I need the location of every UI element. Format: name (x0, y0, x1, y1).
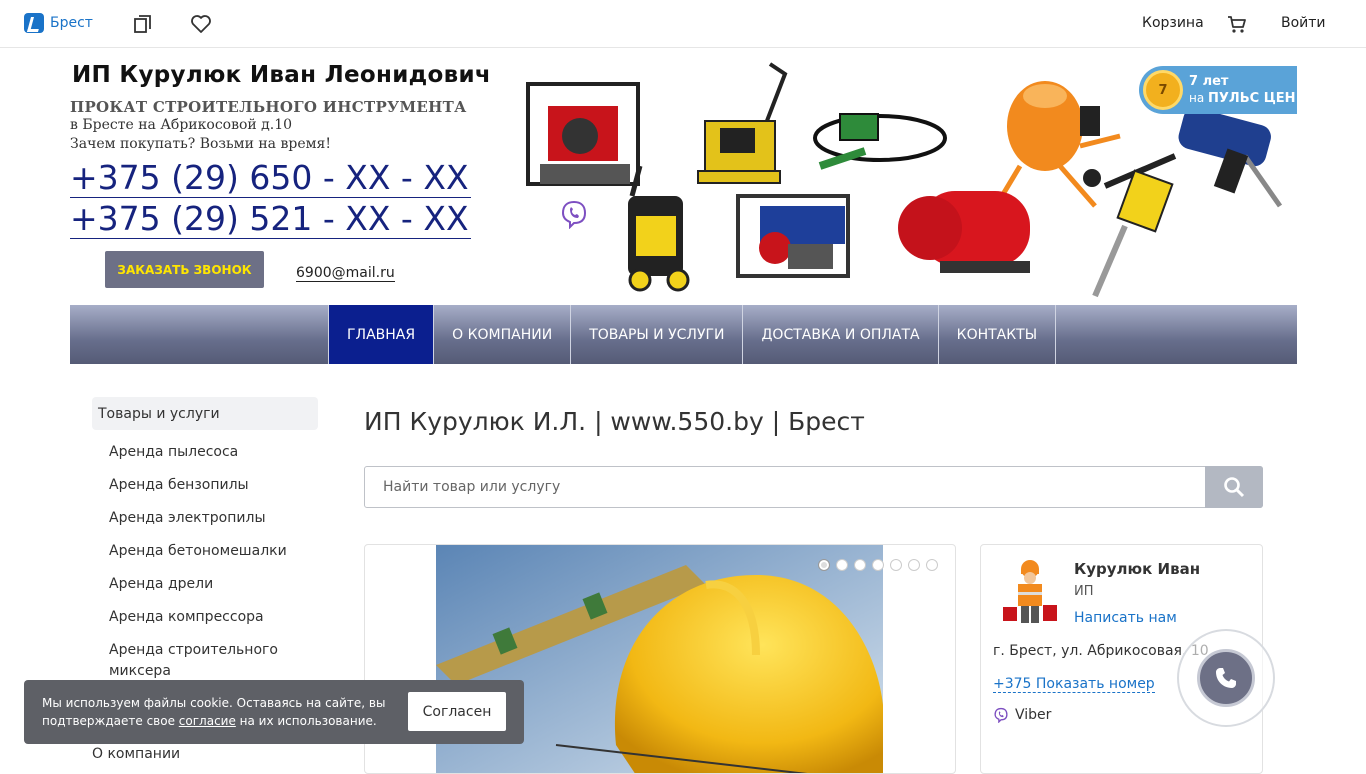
phone-number-1[interactable]: +375 (29) 650 - XX - XX (70, 159, 471, 198)
show-phone-link[interactable]: +375 Показать номер (993, 676, 1155, 693)
company-title: ИП Курулюк Иван Леонидович (72, 62, 491, 88)
slider-dot-5[interactable] (890, 559, 902, 571)
sidebar-item-about[interactable]: О компании (92, 746, 180, 762)
slider-dot-3[interactable] (854, 559, 866, 571)
search-icon (1224, 477, 1245, 498)
sidebar-header-products[interactable]: Товары и услуги (92, 397, 318, 430)
cookie-banner: Мы используем файлы cookie. Оставаясь на… (24, 680, 524, 744)
slider-dot-2[interactable] (836, 559, 848, 571)
cart-icon[interactable] (1225, 12, 1249, 36)
medal-icon: 7 (1143, 70, 1183, 110)
floating-call-inner (1197, 649, 1255, 707)
sidebar-item-vacuum[interactable]: Аренда пылесоса (109, 442, 318, 463)
worker-avatar (1003, 560, 1057, 623)
heart-icon[interactable] (189, 12, 213, 36)
search-bar (364, 466, 1263, 508)
cookie-text-after: на их использование. (235, 714, 377, 728)
compare-icon[interactable] (131, 12, 155, 36)
main-navigation: ГЛАВНАЯ О КОМПАНИИ ТОВАРЫ И УСЛУГИ ДОСТА… (70, 305, 1297, 364)
tagline-rental: ПРОКАТ СТРОИТЕЛЬНОГО ИНСТРУМЕНТА (70, 98, 467, 116)
city-label: Брест (50, 15, 93, 31)
write-us-link[interactable]: Написать нам (1074, 610, 1177, 626)
sidebar-item-construction-mixer[interactable]: Аренда строительного миксера (109, 640, 318, 682)
order-call-button[interactable]: ЗАКАЗАТЬ ЗВОНОК (105, 251, 264, 288)
phone-icon (1216, 668, 1236, 688)
badge-on: на (1189, 91, 1205, 105)
cookie-text: Мы используем файлы cookie. Оставаясь на… (42, 694, 402, 730)
cookie-accept-button[interactable]: Согласен (408, 692, 506, 731)
badge-years: 7 лет (1189, 74, 1229, 89)
sidebar-item-drill[interactable]: Аренда дрели (109, 574, 318, 595)
logo-icon (24, 13, 44, 33)
phone-number-2[interactable]: +375 (29) 521 - XX - XX (70, 200, 471, 239)
viber-icon (994, 707, 1008, 723)
cart-link[interactable]: Корзина (1142, 15, 1204, 31)
nav-delivery[interactable]: ДОСТАВКА И ОПЛАТА (743, 305, 939, 364)
sidebar-item-chainsaw[interactable]: Аренда бензопилы (109, 475, 318, 496)
seller-name: Курулюк Иван (1074, 560, 1201, 578)
badge-site: ПУЛЬС ЦЕН (1208, 91, 1296, 106)
slider-dot-4[interactable] (872, 559, 884, 571)
search-button[interactable] (1205, 466, 1263, 508)
viber-link[interactable]: Viber (993, 707, 1051, 723)
seller-address: г. Брест, ул. Абрикосовая, 10 (993, 643, 1209, 659)
tagline-address: в Бресте на Абрикосовой д.10 (70, 117, 293, 133)
cookie-consent-link[interactable]: согласие (179, 714, 236, 728)
slider-dot-6[interactable] (908, 559, 920, 571)
sidebar-list: Аренда пылесоса Аренда бензопилы Аренда … (92, 442, 318, 682)
viber-label: Viber (1015, 707, 1052, 723)
sidebar-item-concrete-mixer[interactable]: Аренда бетономешалки (109, 541, 318, 562)
tagline-slogan: Зачем покупать? Возьми на время! (70, 136, 331, 152)
slider-dot-1[interactable] (818, 559, 830, 571)
floating-call-button[interactable] (1177, 629, 1275, 727)
email-link[interactable]: 6900@mail.ru (296, 265, 395, 282)
sidebar: Товары и услуги Аренда пылесоса Аренда б… (92, 397, 318, 682)
pulse-cen-badge[interactable]: 7 7 лет на ПУЛЬС ЦЕН (1139, 66, 1297, 114)
nav-products[interactable]: ТОВАРЫ И УСЛУГИ (571, 305, 744, 364)
nav-contacts[interactable]: КОНТАКТЫ (939, 305, 1057, 364)
header-banner: ИП Курулюк Иван Леонидович ПРОКАТ СТРОИТ… (70, 56, 1297, 304)
nav-home[interactable]: ГЛАВНАЯ (328, 305, 435, 364)
sidebar-item-electric-saw[interactable]: Аренда электропилы (109, 508, 318, 529)
nav-about[interactable]: О КОМПАНИИ (434, 305, 572, 364)
logo-city-selector[interactable]: Брест (24, 13, 93, 33)
slider-dot-7[interactable] (926, 559, 938, 571)
badge-text: 7 лет на ПУЛЬС ЦЕН (1189, 73, 1296, 107)
slider-dots (818, 559, 938, 571)
seller-role: ИП (1074, 584, 1094, 599)
login-link[interactable]: Войти (1281, 15, 1326, 31)
tagline: ПРОКАТ СТРОИТЕЛЬНОГО ИНСТРУМЕНТА в Брест… (70, 98, 467, 154)
page-title: ИП Курулюк И.Л. | www.550.by | Брест (364, 407, 865, 436)
top-bar: Брест Корзина Войти (0, 0, 1366, 48)
search-input[interactable] (365, 467, 1205, 507)
sidebar-item-compressor[interactable]: Аренда компрессора (109, 607, 318, 628)
